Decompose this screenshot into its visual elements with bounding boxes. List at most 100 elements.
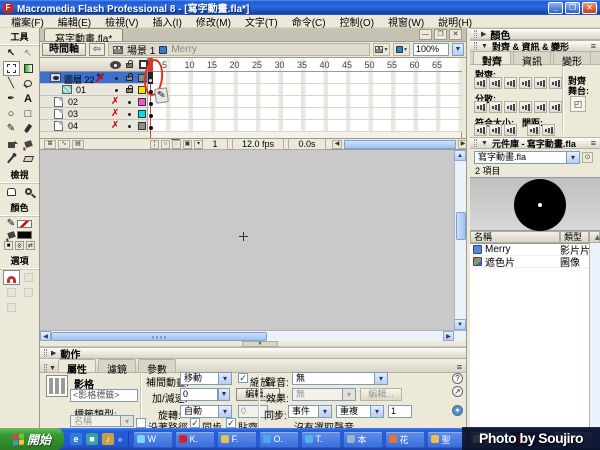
horizontal-scroll-thumb[interactable]: [51, 332, 267, 341]
panel-menu-icon[interactable]: ≡: [591, 138, 596, 148]
distribute-button-4[interactable]: [534, 101, 547, 113]
menu-item-0[interactable]: 檔案(F): [4, 14, 51, 29]
help-icon[interactable]: ?: [452, 373, 463, 384]
eye-hidden-icon[interactable]: ✗: [111, 96, 119, 108]
menu-item-1[interactable]: 編輯(E): [51, 14, 98, 29]
layer-row-03[interactable]: 03✗: [40, 108, 148, 120]
tab-filters[interactable]: 濾鏡: [98, 359, 136, 372]
menu-item-3[interactable]: 插入(I): [145, 14, 188, 29]
menu-item-9[interactable]: 說明(H): [431, 14, 479, 29]
document-tab[interactable]: 寫字動畫.fla*: [44, 28, 123, 41]
doc-minimize-button[interactable]: —: [419, 29, 432, 40]
restore-button[interactable]: ❐: [565, 2, 580, 14]
align-button-5[interactable]: [549, 77, 562, 89]
orient-to-path-checkbox[interactable]: [136, 418, 146, 428]
layer-row-01[interactable]: 01: [40, 84, 148, 96]
breadcrumb-symbol[interactable]: Merry: [171, 44, 197, 55]
eye-dot-icon[interactable]: [115, 77, 118, 80]
tool-hand[interactable]: [3, 184, 20, 199]
taskbar-button-W[interactable]: W: [133, 431, 173, 448]
no-color-button[interactable]: ⦻: [15, 241, 24, 250]
scroll-left-arrow[interactable]: ◀: [40, 331, 51, 341]
effect-select[interactable]: 無: [292, 388, 356, 401]
stage-horizontal-scrollbar[interactable]: ◀ ▶: [40, 330, 466, 341]
keyframe-dot[interactable]: [149, 90, 153, 94]
layer-row-圖層 22[interactable]: 圖層 22✎: [40, 72, 148, 84]
tool-selection[interactable]: [3, 46, 20, 61]
tool-rectangle[interactable]: [20, 106, 37, 121]
match-size-button-1[interactable]: [489, 124, 502, 136]
taskbar-button-F.[interactable]: F.: [217, 431, 257, 448]
detach-icon[interactable]: ↗: [452, 386, 463, 397]
match-size-button-0[interactable]: [474, 124, 487, 136]
tab-info[interactable]: 資訊: [513, 51, 551, 64]
start-button[interactable]: 開始: [0, 428, 64, 450]
frame-rate-readout[interactable]: 12.0 fps: [232, 139, 284, 150]
insert-layer-folder-button[interactable]: ▤: [72, 140, 84, 149]
frame-label-input[interactable]: <影格標籤>: [70, 389, 138, 402]
distribute-button-5[interactable]: [549, 101, 562, 113]
menu-item-4[interactable]: 修改(M): [189, 14, 238, 29]
scroll-right-arrow[interactable]: ▶: [443, 331, 454, 341]
menu-item-5[interactable]: 文字(T): [238, 14, 285, 29]
keyframe-dot[interactable]: [149, 114, 153, 118]
onion-skin-outlines-button[interactable]: ◌: [172, 140, 181, 149]
eye-dot-icon[interactable]: [115, 89, 118, 92]
tool-brush[interactable]: [20, 121, 37, 136]
tool-gradient-transform[interactable]: [20, 61, 37, 76]
timeline-toggle-button[interactable]: 時間軸: [42, 43, 86, 56]
panel-menu-icon[interactable]: ≡: [591, 41, 596, 51]
doc-restore-button[interactable]: ❐: [434, 29, 447, 40]
color-panel-header[interactable]: ▶ 顏色: [470, 28, 600, 40]
desktop-quicklaunch-icon[interactable]: ■: [86, 433, 98, 445]
back-arrow-button[interactable]: ⇦: [89, 43, 105, 56]
zoom-level-input[interactable]: 100%: [413, 43, 449, 56]
effect-edit-button[interactable]: 編輯...: [360, 388, 402, 401]
edit-multiple-frames-button[interactable]: ▣: [183, 140, 192, 149]
timeline-scroll-left-arrow[interactable]: ◀: [332, 140, 342, 149]
sync-checkbox[interactable]: ✓: [190, 418, 200, 428]
label-type-select[interactable]: 名稱: [70, 415, 134, 427]
rotate-select[interactable]: 自動: [180, 405, 232, 418]
tween-select[interactable]: 移動: [180, 372, 232, 385]
menu-item-6[interactable]: 命令(C): [285, 14, 333, 29]
center-frame-button[interactable]: ¦: [150, 140, 159, 149]
menu-item-8[interactable]: 視窗(W): [381, 14, 431, 29]
layer-row-04[interactable]: 04✗: [40, 120, 148, 132]
swap-colors-button[interactable]: ⇄: [26, 241, 35, 250]
tool-oval[interactable]: [3, 106, 20, 121]
timeline-scrollbar-thumb[interactable]: [344, 140, 456, 149]
tool-text[interactable]: [20, 91, 37, 106]
space-button-4[interactable]: [542, 124, 555, 136]
scroll-down-arrow[interactable]: ▼: [454, 319, 466, 330]
library-document-select[interactable]: 寫字動畫.fla: [474, 151, 580, 164]
outline-color-swatch[interactable]: [138, 98, 146, 106]
lock-column-icon[interactable]: [126, 63, 133, 68]
taskbar-button-T.[interactable]: T.: [301, 431, 341, 448]
repeat-select[interactable]: 重複: [336, 405, 384, 418]
tool-subselection[interactable]: [20, 46, 37, 61]
scroll-up-arrow[interactable]: ▲: [454, 150, 466, 161]
lock-dot-icon[interactable]: [128, 125, 131, 128]
tab-properties[interactable]: 屬性: [58, 359, 96, 372]
match-size-button-2[interactable]: [504, 124, 517, 136]
onion-skin-button[interactable]: ○: [161, 140, 170, 149]
timeline-frames-grid[interactable]: [148, 72, 462, 132]
align-button-1[interactable]: [489, 77, 502, 89]
tool-free-transform[interactable]: [3, 61, 20, 76]
zoom-dropdown-arrow[interactable]: ▼: [452, 43, 464, 56]
timeline-ruler[interactable]: 5101520253035404550556065: [148, 58, 462, 72]
distribute-button-1[interactable]: [489, 101, 502, 113]
keyframe-dot[interactable]: [149, 102, 153, 106]
align-button-0[interactable]: [474, 77, 487, 89]
eye-hidden-icon[interactable]: ✗: [111, 108, 119, 120]
taskbar-button-K.[interactable]: K.: [175, 431, 215, 448]
sound-select[interactable]: 無: [292, 372, 388, 385]
lock-locked-icon[interactable]: [126, 76, 133, 81]
option-rotate-skew[interactable]: [20, 270, 37, 285]
insert-layer-button[interactable]: ⊞: [44, 140, 56, 149]
tool-lasso[interactable]: [20, 76, 37, 91]
tab-parameters[interactable]: 參數: [138, 359, 176, 372]
stroke-color-swatch[interactable]: [17, 220, 32, 228]
vertical-scroll-thumb[interactable]: [456, 212, 466, 240]
